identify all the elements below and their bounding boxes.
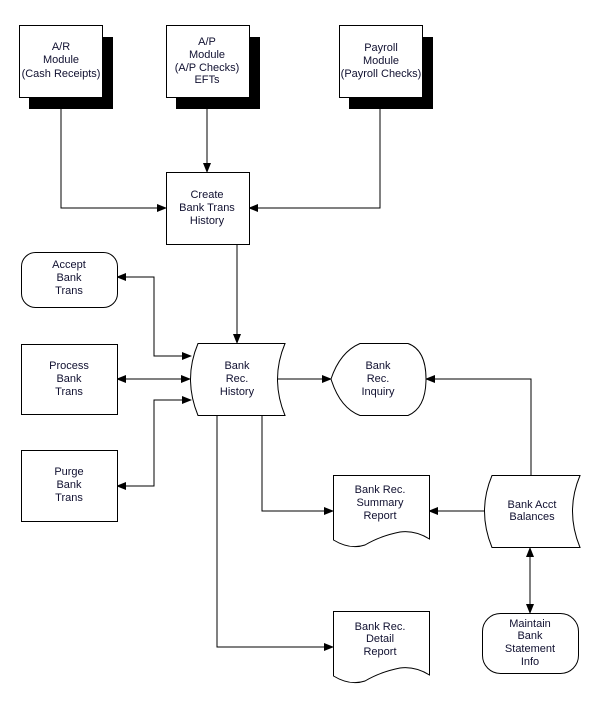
purge-bank-trans-node: Purge Bank Trans (21, 450, 118, 522)
bank-rec-detail-report-node: Bank Rec. Detail Report (333, 611, 430, 684)
create-bank-trans-history-node: Create Bank Trans History (166, 172, 250, 245)
svg-text:History: History (220, 386, 255, 398)
bank-rec-summary-report-node: Bank Rec. Summary Report (333, 475, 430, 548)
svg-text:Info: Info (521, 656, 539, 668)
bank-acct-balances-node: Bank Acct Balances (484, 475, 581, 548)
process-bank-trans-node: Process Bank Trans (21, 344, 118, 415)
svg-text:Rec.: Rec. (367, 373, 390, 385)
svg-text:Module: Module (363, 55, 399, 67)
svg-text:Bank Rec.: Bank Rec. (355, 621, 406, 633)
connector-balances-to-inquiry (425, 375, 532, 475)
bank-rec-history-node: Bank Rec. History (190, 343, 286, 416)
svg-text:Process: Process (49, 360, 89, 372)
svg-text:Bank: Bank (56, 272, 82, 284)
connector-ar-to-create (60, 109, 167, 212)
connector-accept-history (116, 273, 192, 360)
svg-text:Statement: Statement (505, 643, 555, 655)
svg-text:Rec.: Rec. (226, 373, 249, 385)
svg-text:Bank Acct: Bank Acct (508, 499, 557, 511)
svg-text:Trans: Trans (55, 492, 83, 504)
svg-text:Module: Module (43, 54, 79, 66)
svg-text:Accept: Accept (52, 259, 86, 271)
svg-text:Bank: Bank (56, 479, 82, 491)
svg-text:Bank: Bank (517, 630, 543, 642)
svg-text:Create: Create (190, 189, 223, 201)
svg-text:Bank Trans: Bank Trans (179, 202, 235, 214)
svg-text:History: History (190, 215, 225, 227)
svg-text:A/R: A/R (52, 41, 70, 53)
svg-text:Inquiry: Inquiry (361, 386, 395, 398)
svg-text:(A/P Checks): (A/P Checks) (175, 62, 240, 74)
connector-history-to-detail (216, 415, 334, 651)
connector-purge-history (116, 396, 192, 490)
svg-text:Bank Rec.: Bank Rec. (355, 484, 406, 496)
ap-module-node: A/P Module (A/P Checks) EFTs (166, 25, 260, 109)
maintain-bank-statement-info-node: Maintain Bank Statement Info (482, 613, 579, 674)
connector-payroll-to-create (248, 109, 381, 212)
svg-text:Bank: Bank (365, 360, 391, 372)
svg-text:Balances: Balances (509, 511, 555, 523)
svg-text:Trans: Trans (55, 386, 83, 398)
svg-text:Trans: Trans (55, 285, 83, 297)
svg-text:Maintain: Maintain (509, 618, 551, 630)
svg-text:Report: Report (363, 510, 396, 522)
bank-rec-inquiry-node: Bank Rec. Inquiry (330, 343, 427, 416)
svg-text:Bank: Bank (56, 373, 82, 385)
svg-text:Report: Report (363, 646, 396, 658)
accept-bank-trans-node: Accept Bank Trans (21, 252, 118, 308)
connector-history-to-summary (261, 415, 334, 515)
payroll-module-node: Payroll Module (Payroll Checks) (339, 25, 433, 109)
ar-module-node: A/R Module (Cash Receipts) (19, 25, 113, 109)
svg-text:(Payroll Checks): (Payroll Checks) (341, 68, 422, 80)
svg-text:Detail: Detail (366, 633, 394, 645)
svg-text:Summary: Summary (356, 497, 404, 509)
flowchart: A/R Module (Cash Receipts) A/P Module (A… (19, 25, 581, 684)
svg-text:A/P: A/P (198, 36, 216, 48)
svg-text:Payroll: Payroll (364, 42, 398, 54)
svg-text:(Cash Receipts): (Cash Receipts) (22, 68, 101, 80)
svg-text:Bank: Bank (224, 360, 250, 372)
svg-text:Purge: Purge (54, 466, 83, 478)
svg-text:Module: Module (189, 49, 225, 61)
svg-text:EFTs: EFTs (194, 74, 220, 86)
